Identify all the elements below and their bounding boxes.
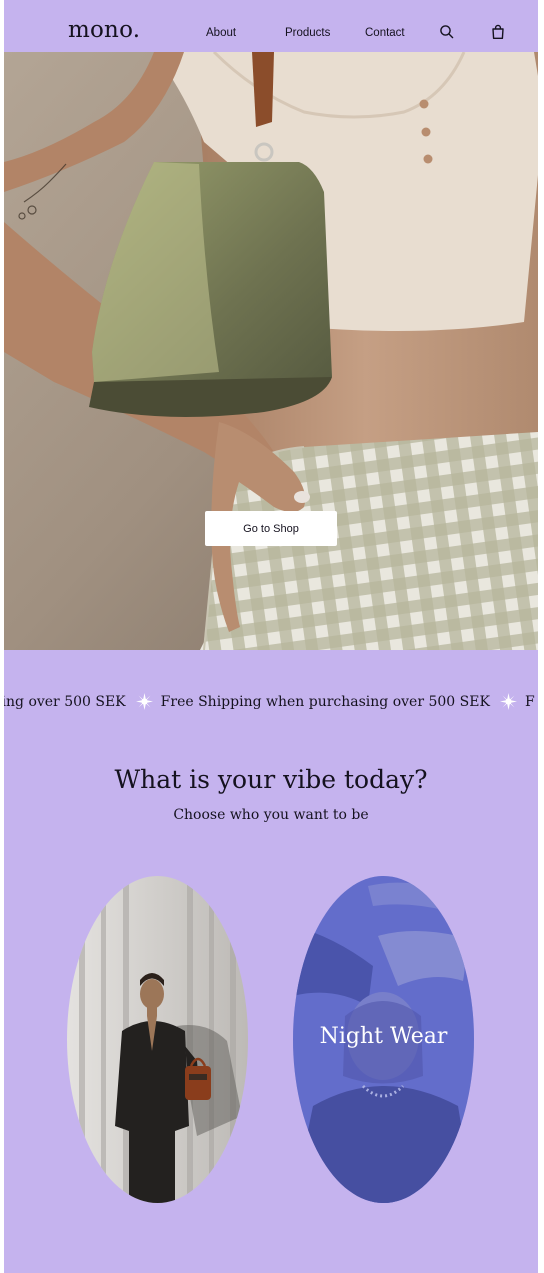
brand-logo[interactable]: mono. <box>68 17 140 43</box>
vibe-card-night-wear[interactable]: Night Wear <box>293 876 474 1203</box>
nav-about[interactable]: About <box>206 27 236 39</box>
search-icon[interactable] <box>439 24 455 40</box>
shopping-bag-icon[interactable] <box>490 24 506 40</box>
vibe-card-image <box>67 876 248 1203</box>
marquee-item: Free Shipping when purchasing over 500 S… <box>160 693 490 710</box>
vibe-card-label: Night Wear <box>319 1024 448 1049</box>
nav-contact[interactable]: Contact <box>365 27 405 39</box>
marquee-item: asing over 500 SEK <box>4 693 126 710</box>
shipping-marquee: asing over 500 SEK Free Shipping when pur… <box>4 690 538 718</box>
marquee-item: F <box>524 693 535 710</box>
vibe-card-day[interactable] <box>67 876 248 1203</box>
go-to-shop-button[interactable]: Go to Shop <box>205 511 337 546</box>
vibe-subtitle: Choose who you want to be <box>173 807 369 823</box>
marquee-track: asing over 500 SEK Free Shipping when pur… <box>4 693 535 710</box>
vibe-title: What is your vibe today? <box>114 765 428 794</box>
nav-products[interactable]: Products <box>285 27 330 39</box>
hero-section: Go to Shop <box>4 52 538 650</box>
sparkle-star-icon <box>499 693 517 710</box>
site-header: mono. About Products Contact <box>4 0 538 52</box>
hero-image <box>4 52 538 650</box>
page: mono. About Products Contact Go to Shop … <box>4 0 538 1273</box>
sparkle-star-icon <box>135 693 153 710</box>
